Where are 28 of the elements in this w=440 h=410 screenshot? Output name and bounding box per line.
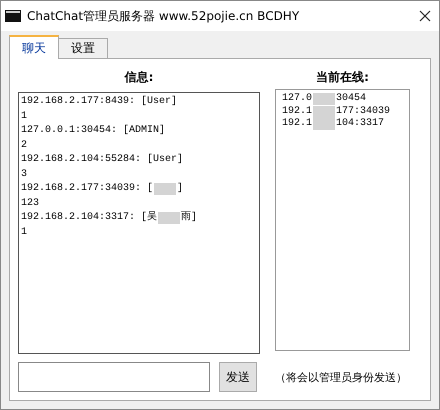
- messages-line: 192.168.2.104:55284: [User]: [21, 153, 184, 167]
- online-line: 192.1: [282, 118, 312, 130]
- close-icon[interactable]: [419, 10, 431, 22]
- note-text: （将会以管理员身份发送）: [275, 370, 407, 384]
- console-icon: [5, 10, 21, 22]
- online-line: 30454: [336, 93, 366, 106]
- messages-line: ]: [177, 182, 184, 196]
- window-title: ChatChat管理员服务器 www.52pojie.cn BCDHY: [27, 8, 300, 24]
- messages-line: 192.168.2.177:8439: [User]: [21, 95, 178, 109]
- tab[interactable]: 聊天: [9, 35, 59, 59]
- online-line: 127.0: [282, 93, 312, 106]
- online-label: 当前在线:: [316, 69, 369, 86]
- tab[interactable]: 设置: [58, 38, 108, 59]
- messages-line: 192.168.2.177:34039: [: [21, 182, 154, 196]
- send-button[interactable]: 发送: [219, 362, 257, 392]
- messages-line: 2: [21, 138, 28, 152]
- messages-line: 1: [21, 226, 28, 240]
- messages-line: 127.0.0.1:30454: [ADMIN]: [21, 124, 166, 138]
- online-line: 104:3317: [336, 118, 384, 130]
- message-input[interactable]: [18, 362, 210, 392]
- messages-label: 信息:: [124, 69, 154, 86]
- online-line: 177:34039: [336, 106, 390, 118]
- messages-line: 1: [21, 110, 28, 124]
- messages-line: 雨]: [181, 211, 198, 225]
- messages-line: 123: [21, 196, 40, 210]
- messages-line: 3: [21, 168, 28, 182]
- messages-line: 192.168.2.104:3317: [吴: [21, 211, 158, 225]
- online-line: 192.1: [282, 106, 312, 118]
